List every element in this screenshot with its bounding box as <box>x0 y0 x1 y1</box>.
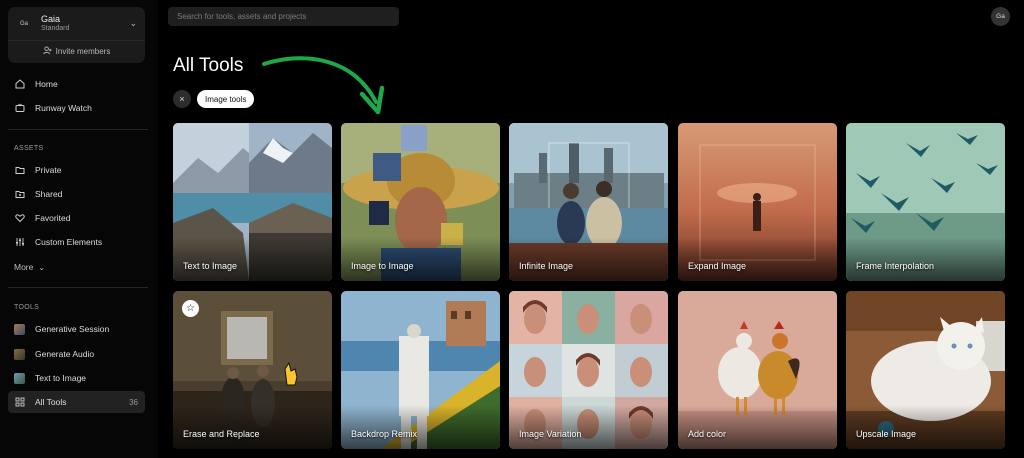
nav-private-label: Private <box>35 165 62 175</box>
nav-all-tools-label: All Tools <box>35 397 67 407</box>
tv-icon <box>14 103 25 114</box>
nav-shared[interactable]: Shared <box>8 183 145 205</box>
card-shade <box>173 405 332 449</box>
card-shade <box>509 405 668 449</box>
home-icon <box>14 79 25 90</box>
clear-filter-button[interactable]: × <box>173 90 191 108</box>
share-icon <box>14 189 25 200</box>
nav-home[interactable]: Home <box>8 73 145 95</box>
card-label: Image Variation <box>519 429 582 439</box>
tool-card-backdrop-remix[interactable]: Backdrop Remix <box>341 291 500 449</box>
generate-audio-thumbnail-icon <box>14 348 25 360</box>
card-shade <box>678 237 837 281</box>
card-label: Upscale Image <box>856 429 917 439</box>
card-label: Expand Image <box>688 261 747 271</box>
card-shade <box>509 237 668 281</box>
nav-private[interactable]: Private <box>8 159 145 181</box>
page-title: All Tools <box>173 55 244 76</box>
card-shade <box>846 237 1005 281</box>
nav-generate-audio-label: Generate Audio <box>35 349 95 359</box>
search-input[interactable]: Search for tools, assets and projects <box>168 7 399 26</box>
card-label: Backdrop Remix <box>351 429 418 439</box>
tool-card-image-to-image[interactable]: Image to Image <box>341 123 500 281</box>
tool-card-add-color[interactable]: Add color <box>678 291 837 449</box>
nav-runway-watch[interactable]: Runway Watch <box>8 97 145 119</box>
sliders-icon <box>14 237 25 248</box>
tool-card-upscale-image[interactable]: Upscale Image <box>846 291 1005 449</box>
chevron-down-icon: ⌄ <box>38 262 46 272</box>
card-label: Text to Image <box>183 261 238 271</box>
nav-generative-session[interactable]: Generative Session <box>8 318 145 340</box>
card-label: Infinite Image <box>519 261 574 271</box>
card-shade <box>678 405 837 449</box>
tool-card-frame-interpolation[interactable]: Frame Interpolation <box>846 123 1005 281</box>
tool-card-text-to-image[interactable]: Text to Image <box>173 123 332 281</box>
workspace-plan: Standard <box>41 24 70 32</box>
tool-card-image-variation[interactable]: Image Variation <box>509 291 668 449</box>
card-shade <box>341 237 500 281</box>
sidebar-divider <box>8 129 148 130</box>
nav-text-to-image-label: Text to Image <box>35 373 87 383</box>
workspace-row[interactable]: Ga Gaia Standard ⌄ <box>8 7 145 41</box>
add-user-icon <box>42 46 52 57</box>
grid-icon <box>14 397 25 408</box>
folder-icon <box>14 165 25 176</box>
nav-generative-session-label: Generative Session <box>35 324 110 334</box>
nav-home-label: Home <box>35 79 58 89</box>
workspace-name: Gaia <box>41 14 61 25</box>
sidebar-divider <box>8 287 148 288</box>
nav-more-label: More <box>14 262 34 272</box>
card-label: Erase and Replace <box>183 429 260 439</box>
search-placeholder: Search for tools, assets and projects <box>177 12 307 21</box>
invite-members-label: Invite members <box>55 47 111 56</box>
image-tools-filter-chip[interactable]: Image tools <box>197 90 255 108</box>
tool-card-expand-image[interactable]: Expand Image <box>678 123 837 281</box>
all-tools-count: 36 <box>129 397 138 407</box>
tools-section-label: TOOLS <box>14 304 40 311</box>
card-shade <box>173 237 332 281</box>
heart-icon <box>14 213 25 224</box>
nav-shared-label: Shared <box>35 189 63 199</box>
star-icon[interactable]: ☆ <box>182 300 199 317</box>
card-shade <box>846 405 1005 449</box>
nav-all-tools[interactable]: All Tools 36 <box>8 391 145 413</box>
arrow-annotation-icon <box>262 56 385 115</box>
nav-favorited-label: Favorited <box>35 213 71 223</box>
card-label: Frame Interpolation <box>856 261 935 271</box>
workspace-avatar: Ga <box>19 20 28 27</box>
nav-favorited[interactable]: Favorited <box>8 207 145 229</box>
tool-card-infinite-image[interactable]: Infinite Image <box>509 123 668 281</box>
chevron-down-icon[interactable]: ⌄ <box>129 18 137 29</box>
nav-custom-elements[interactable]: Custom Elements <box>8 231 145 253</box>
card-label: Image to Image <box>351 261 414 271</box>
generative-session-thumbnail-icon <box>14 323 25 335</box>
nav-more[interactable]: More ⌄ <box>8 256 145 278</box>
nav-custom-elements-label: Custom Elements <box>35 237 103 247</box>
card-shade <box>341 405 500 449</box>
assets-section-label: ASSETS <box>14 145 44 152</box>
text-to-image-thumbnail-icon <box>14 372 25 384</box>
nav-text-to-image[interactable]: Text to Image <box>8 367 145 389</box>
sidebar: Ga Gaia Standard ⌄ Invite members Home R… <box>0 0 158 458</box>
nav-runway-watch-label: Runway Watch <box>35 103 92 113</box>
workspace-switcher[interactable]: Ga Gaia Standard ⌄ Invite members <box>8 7 145 63</box>
card-label: Add color <box>688 429 727 439</box>
invite-members-button[interactable]: Invite members <box>8 41 145 62</box>
nav-generate-audio[interactable]: Generate Audio <box>8 343 145 365</box>
user-avatar[interactable]: Ga <box>991 7 1010 26</box>
tool-card-erase-and-replace[interactable]: ☆ Erase and Replace <box>173 291 332 449</box>
